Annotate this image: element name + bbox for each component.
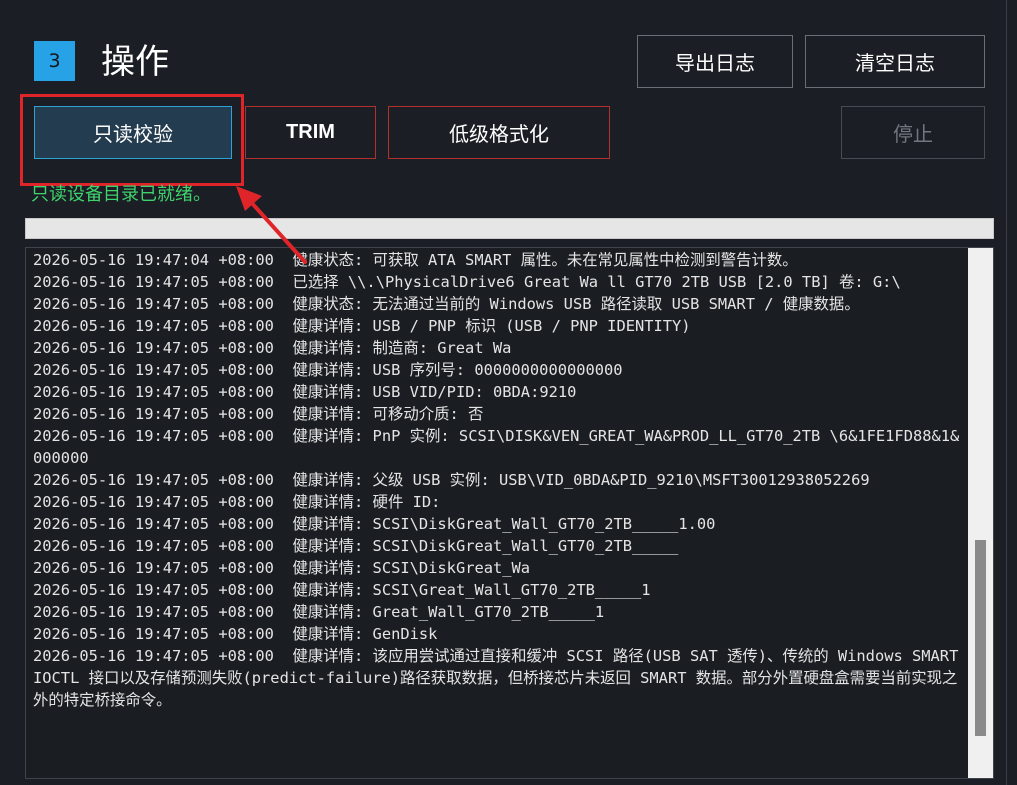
step-number-badge: 3 xyxy=(34,41,75,81)
status-message: 只读设备目录已就绪。 xyxy=(31,184,211,205)
log-entry: 2026-05-16 19:47:05 +08:00 已选择 \\.\Physi… xyxy=(33,271,968,293)
log-timestamp: 2026-05-16 19:47:05 +08:00 xyxy=(33,537,293,555)
log-timestamp: 2026-05-16 19:47:05 +08:00 xyxy=(33,339,293,357)
log-entry: 2026-05-16 19:47:05 +08:00 健康详情: SCSI\Di… xyxy=(33,513,968,535)
log-entry: 2026-05-16 19:47:05 +08:00 健康详情: SCSI\Gr… xyxy=(33,579,968,601)
log-timestamp: 2026-05-16 19:47:04 +08:00 xyxy=(33,251,293,269)
log-entry: 2026-05-16 19:47:05 +08:00 健康详情: USB VID… xyxy=(33,381,968,403)
log-timestamp: 2026-05-16 19:47:05 +08:00 xyxy=(33,405,293,423)
log-entry: 2026-05-16 19:47:05 +08:00 健康详情: 硬件 ID: xyxy=(33,491,968,513)
log-message: 健康详情: GenDisk xyxy=(292,625,438,643)
log-entry: 2026-05-16 19:47:05 +08:00 健康详情: 制造商: Gr… xyxy=(33,337,968,359)
log-message: 健康详情: USB 序列号: 0000000000000000 xyxy=(292,361,623,379)
log-timestamp: 2026-05-16 19:47:05 +08:00 xyxy=(33,625,293,643)
log-entry: 2026-05-16 19:47:05 +08:00 健康详情: SCSI\Di… xyxy=(33,535,968,557)
log-message: 健康状态: 可获取 ATA SMART 属性。未在常见属性中检测到警告计数。 xyxy=(292,251,798,269)
clear-log-button[interactable]: 清空日志 xyxy=(805,35,985,88)
log-message: 健康详情: SCSI\Great_Wall_GT70_2TB_____1 xyxy=(292,581,651,599)
log-timestamp: 2026-05-16 19:47:05 +08:00 xyxy=(33,581,293,599)
log-message: 健康状态: 无法通过当前的 Windows USB 路径读取 USB SMART… xyxy=(292,295,860,313)
log-timestamp: 2026-05-16 19:47:05 +08:00 xyxy=(33,383,293,401)
log-entry: 2026-05-16 19:47:05 +08:00 健康详情: Great_W… xyxy=(33,601,968,623)
section-title: 操作 xyxy=(101,42,169,82)
log-message: 健康详情: 制造商: Great Wa xyxy=(292,339,512,357)
export-log-button[interactable]: 导出日志 xyxy=(637,35,793,88)
log-timestamp: 2026-05-16 19:47:05 +08:00 xyxy=(33,559,293,577)
log-message: 健康详情: 硬件 ID: xyxy=(292,493,441,511)
log-entry: 2026-05-16 19:47:05 +08:00 健康详情: 可移动介质: … xyxy=(33,403,968,425)
log-message: 健康详情: 可移动介质: 否 xyxy=(292,405,484,423)
log-timestamp: 2026-05-16 19:47:05 +08:00 xyxy=(33,603,293,621)
log-timestamp: 2026-05-16 19:47:05 +08:00 xyxy=(33,427,293,445)
log-message: 健康详情: 父级 USB 实例: USB\VID_0BDA&PID_9210\M… xyxy=(292,471,870,489)
trim-button[interactable]: TRIM xyxy=(245,106,376,159)
log-entry: 2026-05-16 19:47:05 +08:00 健康详情: 该应用尝试通过… xyxy=(33,645,968,711)
log-timestamp: 2026-05-16 19:47:05 +08:00 xyxy=(33,471,293,489)
log-message: 健康详情: SCSI\DiskGreat_Wall_GT70_2TB_____1… xyxy=(292,515,716,533)
log-message: 健康详情: Great_Wall_GT70_2TB_____1 xyxy=(292,603,605,621)
log-timestamp: 2026-05-16 19:47:05 +08:00 xyxy=(33,493,293,511)
log-message: 健康详情: USB VID/PID: 0BDA:9210 xyxy=(292,383,577,401)
log-timestamp: 2026-05-16 19:47:05 +08:00 xyxy=(33,295,293,313)
log-timestamp: 2026-05-16 19:47:05 +08:00 xyxy=(33,273,293,291)
log-timestamp: 2026-05-16 19:47:05 +08:00 xyxy=(33,317,293,335)
log-scrollbar[interactable] xyxy=(968,248,993,778)
log-entry: 2026-05-16 19:47:05 +08:00 健康详情: 父级 USB … xyxy=(33,469,968,491)
log-content: 2026-05-16 19:47:04 +08:00 健康状态: 可获取 ATA… xyxy=(33,249,968,711)
log-entry: 2026-05-16 19:47:05 +08:00 健康详情: USB 序列号… xyxy=(33,359,968,381)
progress-bar xyxy=(25,218,994,239)
log-scrollbar-thumb[interactable] xyxy=(975,540,986,736)
log-entry: 2026-05-16 19:47:05 +08:00 健康状态: 无法通过当前的… xyxy=(33,293,968,315)
stop-button[interactable]: 停止 xyxy=(841,106,985,159)
log-message: 健康详情: SCSI\DiskGreat_Wa xyxy=(292,559,531,577)
log-entry: 2026-05-16 19:47:04 +08:00 健康状态: 可获取 ATA… xyxy=(33,249,968,271)
log-timestamp: 2026-05-16 19:47:05 +08:00 xyxy=(33,361,293,379)
log-message: 健康详情: SCSI\DiskGreat_Wall_GT70_2TB_____ xyxy=(292,537,679,555)
log-entry: 2026-05-16 19:47:05 +08:00 健康详情: PnP 实例:… xyxy=(33,425,968,469)
log-entry: 2026-05-16 19:47:05 +08:00 健康详情: GenDisk xyxy=(33,623,968,645)
log-entry: 2026-05-16 19:47:05 +08:00 健康详情: SCSI\Di… xyxy=(33,557,968,579)
log-timestamp: 2026-05-16 19:47:05 +08:00 xyxy=(33,647,293,665)
log-message: 已选择 \\.\PhysicalDrive6 Great Wa ll GT70 … xyxy=(292,273,901,291)
log-timestamp: 2026-05-16 19:47:05 +08:00 xyxy=(33,515,293,533)
log-entry: 2026-05-16 19:47:05 +08:00 健康详情: USB / P… xyxy=(33,315,968,337)
panel-right-edge xyxy=(1006,0,1007,785)
log-panel[interactable]: 2026-05-16 19:47:04 +08:00 健康状态: 可获取 ATA… xyxy=(25,247,994,779)
log-message: 健康详情: USB / PNP 标识 (USB / PNP IDENTITY) xyxy=(292,317,691,335)
annotation-highlight-box xyxy=(20,94,244,186)
low-level-format-button[interactable]: 低级格式化 xyxy=(388,106,610,159)
